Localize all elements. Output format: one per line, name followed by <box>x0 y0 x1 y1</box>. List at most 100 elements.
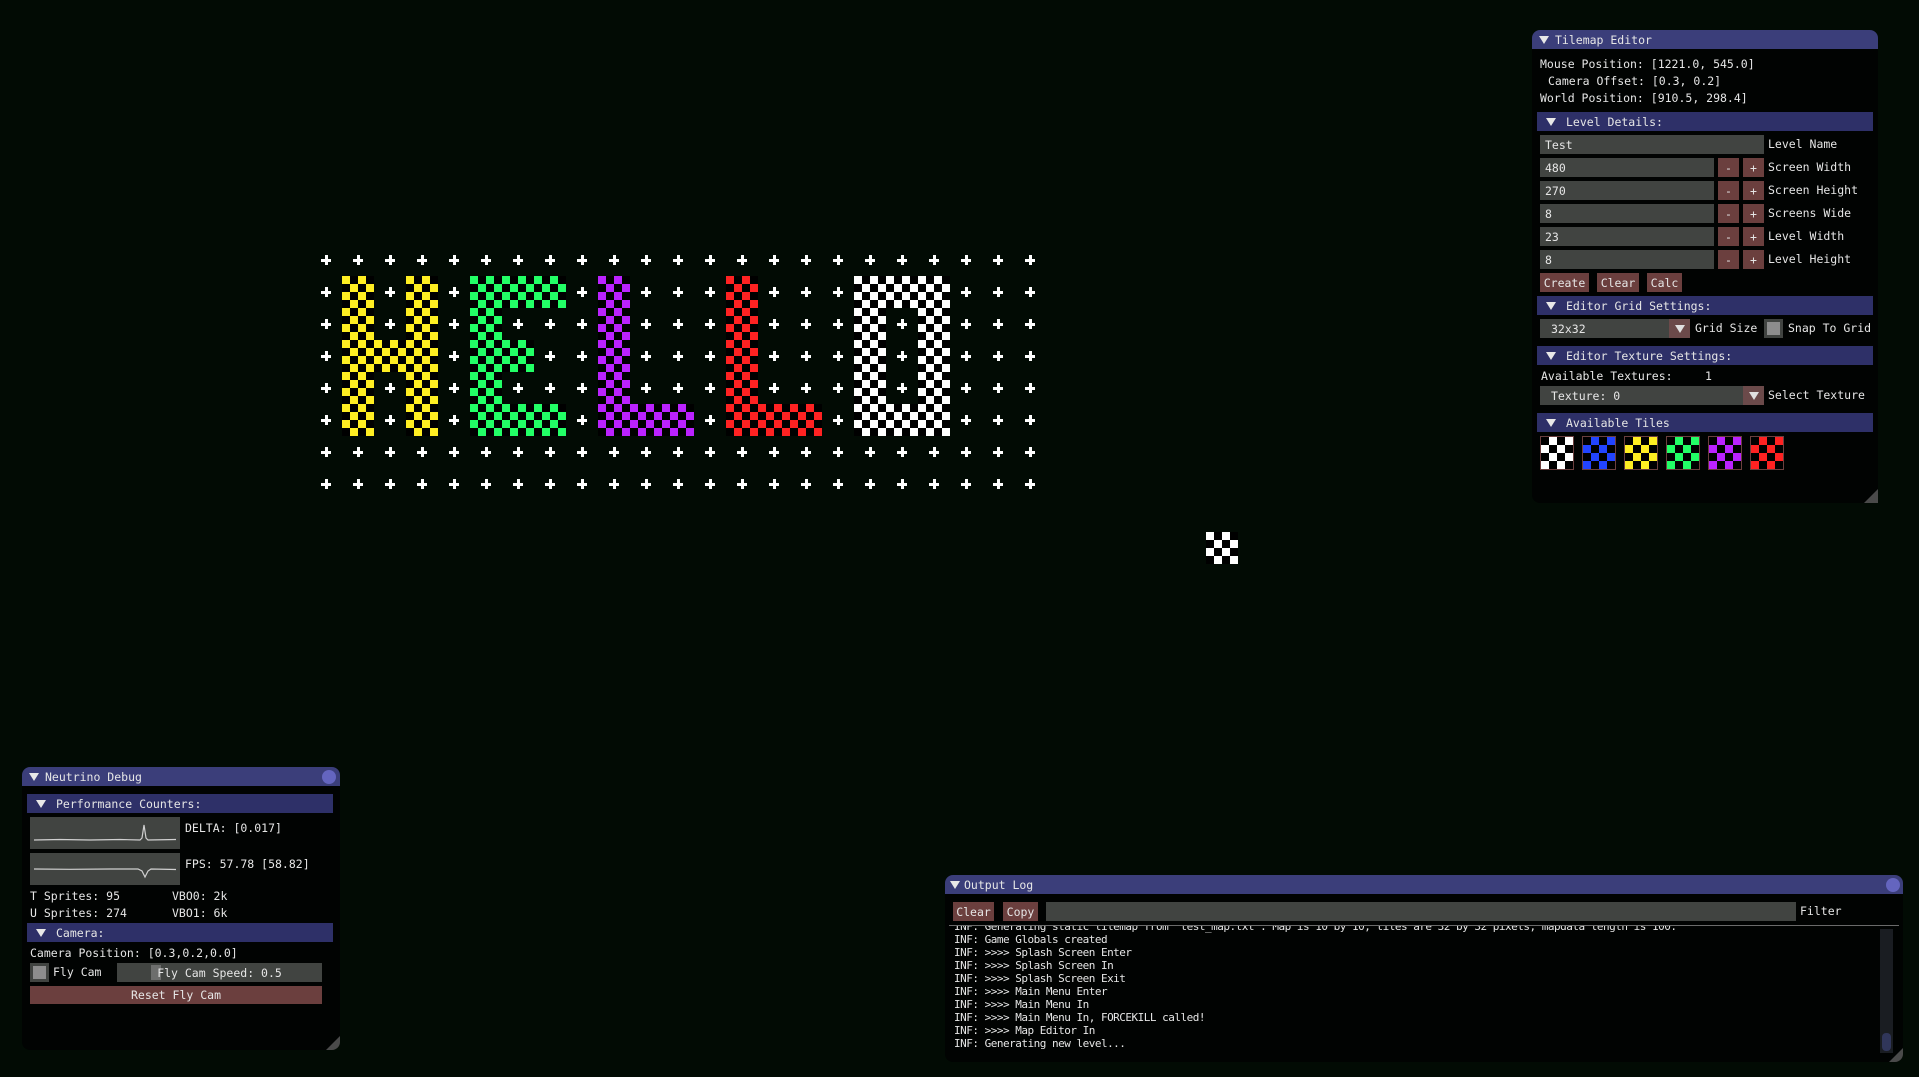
map-tile[interactable] <box>918 404 950 436</box>
texture-select-combo[interactable]: Texture: 0 <box>1540 386 1764 405</box>
dropdown-arrow-icon[interactable] <box>1743 386 1764 405</box>
grid-settings-header[interactable]: Editor Grid Settings: <box>1537 296 1873 315</box>
increment-button[interactable]: + <box>1743 204 1764 223</box>
map-tile[interactable] <box>406 404 438 436</box>
fly-cam-checkbox[interactable] <box>30 963 49 982</box>
map-tile[interactable] <box>726 404 758 436</box>
decrement-button[interactable]: - <box>1718 250 1739 269</box>
map-tile[interactable] <box>854 404 886 436</box>
collapse-triangle-icon[interactable] <box>29 772 39 781</box>
collapse-triangle-icon[interactable] <box>950 880 960 889</box>
collapse-triangle-icon[interactable] <box>1539 35 1549 44</box>
map-tile[interactable] <box>918 372 950 404</box>
decrement-button[interactable]: - <box>1718 204 1739 223</box>
map-tile[interactable] <box>534 276 566 308</box>
resize-grip[interactable] <box>1864 489 1878 503</box>
filter-input[interactable] <box>1046 902 1796 921</box>
level-details-header[interactable]: Level Details: <box>1537 112 1873 131</box>
log-scrollbar[interactable] <box>1880 929 1893 1053</box>
tile-thumbnail[interactable] <box>1540 436 1574 470</box>
map-tile[interactable] <box>598 308 630 340</box>
increment-button[interactable]: + <box>1743 158 1764 177</box>
map-tile[interactable] <box>726 308 758 340</box>
log-scroll-area[interactable]: INF: Generating static tilemap from "tes… <box>945 926 1875 1060</box>
map-tile[interactable] <box>342 340 374 372</box>
map-tile[interactable] <box>918 276 950 308</box>
map-tile[interactable] <box>342 404 374 436</box>
map-tile[interactable] <box>726 340 758 372</box>
map-tile[interactable] <box>918 340 950 372</box>
map-tile[interactable] <box>534 404 566 436</box>
map-tile[interactable] <box>598 276 630 308</box>
reset-fly-cam-button[interactable]: Reset Fly Cam <box>30 986 322 1004</box>
tile-thumbnail[interactable] <box>1582 436 1616 470</box>
map-tile[interactable] <box>726 276 758 308</box>
map-tile[interactable] <box>502 404 534 436</box>
increment-button[interactable]: + <box>1743 227 1764 246</box>
map-tile[interactable] <box>598 404 630 436</box>
map-tile[interactable] <box>726 372 758 404</box>
map-tile[interactable] <box>598 340 630 372</box>
tile-thumbnail[interactable] <box>1666 436 1700 470</box>
map-tile[interactable] <box>374 340 406 372</box>
texture-settings-header[interactable]: Editor Texture Settings: <box>1537 346 1873 365</box>
close-icon[interactable] <box>1886 878 1900 892</box>
level-field-input[interactable]: 270 <box>1540 181 1714 200</box>
camera-header[interactable]: Camera: <box>27 923 333 942</box>
map-tile[interactable] <box>470 372 502 404</box>
decrement-button[interactable]: - <box>1718 181 1739 200</box>
available-tiles-header[interactable]: Available Tiles <box>1537 413 1873 432</box>
resize-grip[interactable] <box>326 1036 340 1050</box>
snap-to-grid-checkbox[interactable] <box>1764 319 1783 338</box>
map-tile[interactable] <box>470 404 502 436</box>
log-clear-button[interactable]: Clear <box>953 902 994 921</box>
map-tile[interactable] <box>470 308 502 340</box>
decrement-button[interactable]: - <box>1718 227 1739 246</box>
map-tile[interactable] <box>406 340 438 372</box>
map-tile[interactable] <box>502 276 534 308</box>
map-tile[interactable] <box>406 308 438 340</box>
tile-thumbnail[interactable] <box>1750 436 1784 470</box>
map-tile[interactable] <box>790 404 822 436</box>
decrement-button[interactable]: - <box>1718 158 1739 177</box>
map-tile[interactable] <box>854 372 886 404</box>
performance-counters-header[interactable]: Performance Counters: <box>27 794 333 813</box>
map-tile[interactable] <box>470 340 502 372</box>
map-tile[interactable] <box>854 276 886 308</box>
map-tile[interactable] <box>854 308 886 340</box>
log-copy-button[interactable]: Copy <box>1003 902 1038 921</box>
grid-size-combo[interactable]: 32x32 <box>1540 319 1690 338</box>
map-tile[interactable] <box>342 276 374 308</box>
map-tile[interactable] <box>342 372 374 404</box>
increment-button[interactable]: + <box>1743 250 1764 269</box>
tile-thumbnail[interactable] <box>1708 436 1742 470</box>
map-tile[interactable] <box>886 276 918 308</box>
level-field-input[interactable]: 23 <box>1540 227 1714 246</box>
map-tile[interactable] <box>406 372 438 404</box>
title-bar[interactable]: Output Log <box>945 875 1903 894</box>
level-field-input[interactable]: 8 <box>1540 204 1714 223</box>
map-tile[interactable] <box>886 404 918 436</box>
map-tile[interactable] <box>758 404 790 436</box>
map-tile[interactable] <box>854 340 886 372</box>
map-tile[interactable] <box>598 372 630 404</box>
map-tile[interactable] <box>918 308 950 340</box>
resize-grip[interactable] <box>1889 1048 1903 1062</box>
map-tile[interactable] <box>342 308 374 340</box>
map-tile[interactable] <box>630 404 662 436</box>
map-tile[interactable] <box>662 404 694 436</box>
map-tile[interactable] <box>470 276 502 308</box>
tile-thumbnail[interactable] <box>1624 436 1658 470</box>
map-tile[interactable] <box>502 340 534 372</box>
create-button[interactable]: Create <box>1540 273 1589 292</box>
clear-level-button[interactable]: Clear <box>1597 273 1639 292</box>
title-bar[interactable]: Tilemap Editor <box>1532 30 1878 49</box>
level-name-input[interactable]: Test <box>1540 135 1764 154</box>
increment-button[interactable]: + <box>1743 181 1764 200</box>
level-field-input[interactable]: 8 <box>1540 250 1714 269</box>
close-icon[interactable] <box>322 770 336 784</box>
title-bar[interactable]: Neutrino Debug <box>22 767 340 786</box>
dropdown-arrow-icon[interactable] <box>1669 319 1690 338</box>
calc-button[interactable]: Calc <box>1647 273 1682 292</box>
level-field-input[interactable]: 480 <box>1540 158 1714 177</box>
